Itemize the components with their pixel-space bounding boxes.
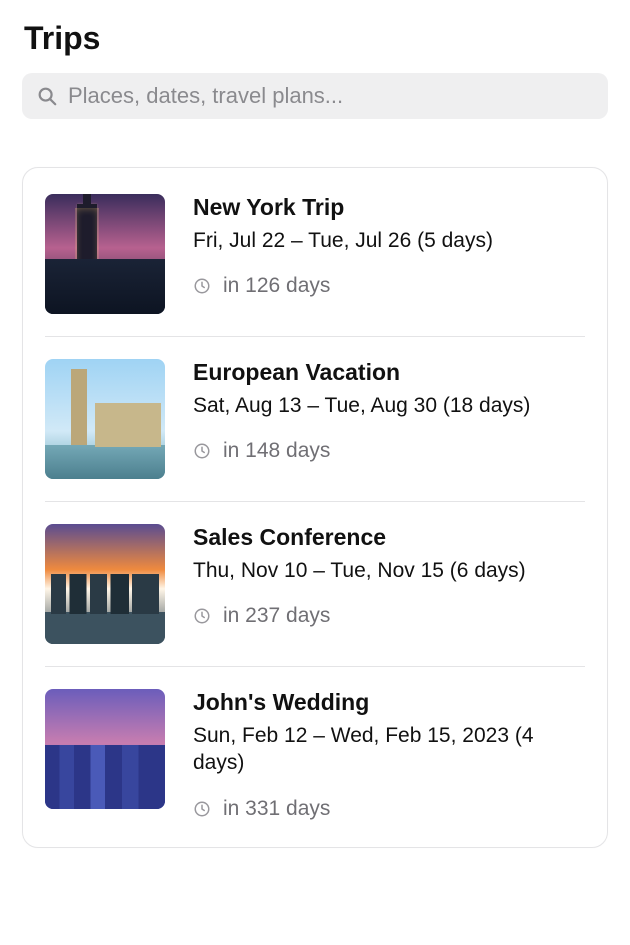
- clock-icon: [193, 277, 211, 295]
- search-bar[interactable]: [22, 73, 608, 119]
- page-title: Trips: [24, 20, 608, 57]
- trip-dates: Sat, Aug 13 – Tue, Aug 30 (18 days): [193, 392, 585, 419]
- trip-countdown-text: in 126 days: [223, 274, 330, 298]
- trip-dates: Sun, Feb 12 – Wed, Feb 15, 2023 (4 days): [193, 722, 585, 777]
- trip-countdown-text: in 148 days: [223, 439, 330, 463]
- trip-countdown: in 237 days: [193, 604, 585, 628]
- trip-title: Sales Conference: [193, 524, 585, 551]
- trip-title: John's Wedding: [193, 689, 585, 716]
- trip-row[interactable]: European Vacation Sat, Aug 13 – Tue, Aug…: [23, 337, 607, 501]
- trip-thumbnail: [45, 359, 165, 479]
- trip-info: John's Wedding Sun, Feb 12 – Wed, Feb 15…: [193, 689, 585, 821]
- trip-thumbnail: [45, 524, 165, 644]
- trip-title: New York Trip: [193, 194, 585, 221]
- trip-dates: Thu, Nov 10 – Tue, Nov 15 (6 days): [193, 557, 585, 584]
- trip-thumbnail: [45, 689, 165, 809]
- trip-info: European Vacation Sat, Aug 13 – Tue, Aug…: [193, 359, 585, 479]
- trip-info: Sales Conference Thu, Nov 10 – Tue, Nov …: [193, 524, 585, 644]
- trips-list: New York Trip Fri, Jul 22 – Tue, Jul 26 …: [22, 167, 608, 848]
- clock-icon: [193, 800, 211, 818]
- trip-info: New York Trip Fri, Jul 22 – Tue, Jul 26 …: [193, 194, 585, 314]
- search-icon: [36, 85, 58, 107]
- trip-countdown: in 126 days: [193, 274, 585, 298]
- search-input[interactable]: [68, 83, 594, 109]
- clock-icon: [193, 607, 211, 625]
- trip-title: European Vacation: [193, 359, 585, 386]
- trip-countdown-text: in 237 days: [223, 604, 330, 628]
- trip-row[interactable]: Sales Conference Thu, Nov 10 – Tue, Nov …: [23, 502, 607, 666]
- trip-countdown-text: in 331 days: [223, 797, 330, 821]
- trip-row[interactable]: John's Wedding Sun, Feb 12 – Wed, Feb 15…: [23, 667, 607, 843]
- trip-countdown: in 148 days: [193, 439, 585, 463]
- clock-icon: [193, 442, 211, 460]
- trip-dates: Fri, Jul 22 – Tue, Jul 26 (5 days): [193, 227, 585, 254]
- trip-countdown: in 331 days: [193, 797, 585, 821]
- trip-row[interactable]: New York Trip Fri, Jul 22 – Tue, Jul 26 …: [23, 172, 607, 336]
- trip-thumbnail: [45, 194, 165, 314]
